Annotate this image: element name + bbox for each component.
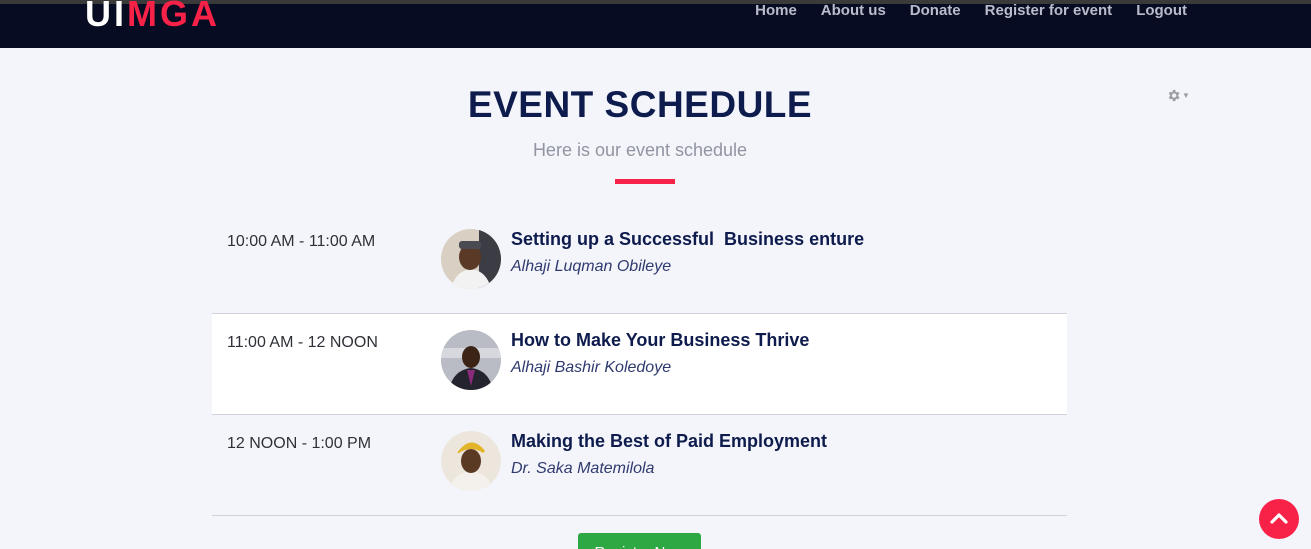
session-title[interactable]: How to Make Your Business Thrive bbox=[511, 330, 809, 351]
schedule-row: 12 NOON - 1:00 PM Making the Best of Pai… bbox=[212, 415, 1067, 516]
nav-logout[interactable]: Logout bbox=[1136, 3, 1187, 18]
session-speaker: Alhaji Bashir Koledoye bbox=[511, 359, 672, 376]
nav-about-us[interactable]: About us bbox=[821, 3, 886, 18]
session-time: 10:00 AM - 11:00 AM bbox=[227, 233, 376, 250]
nav-register-for-event[interactable]: Register for event bbox=[985, 3, 1113, 18]
chevron-up-icon bbox=[1270, 513, 1288, 524]
page-subtitle: Here is our event schedule bbox=[532, 140, 748, 160]
schedule-row: 11:00 AM - 12 NOON How to Make Your Busi… bbox=[212, 314, 1067, 415]
top-navbar: UIMGA Home About us Donate Register for … bbox=[0, 0, 1311, 48]
logo-text-ui: UI bbox=[85, 0, 127, 34]
back-to-top-button[interactable] bbox=[1259, 499, 1299, 539]
logo-text-mga: MGA bbox=[127, 0, 220, 34]
speaker-avatar bbox=[441, 431, 501, 491]
schedule-row: 10:00 AM - 11:00 AM Setting up a Success… bbox=[212, 213, 1067, 314]
session-title[interactable]: Making the Best of Paid Employment bbox=[511, 431, 827, 452]
session-speaker: Alhaji Luqman Obileye bbox=[511, 258, 672, 275]
session-time: 11:00 AM - 12 NOON bbox=[227, 334, 378, 351]
register-now-button[interactable]: Register Now bbox=[578, 533, 701, 549]
session-title[interactable]: Setting up a Successful Business enture bbox=[511, 229, 864, 250]
site-logo[interactable]: UIMGA bbox=[85, 0, 220, 34]
nav-home[interactable]: Home bbox=[755, 3, 797, 18]
speaker-avatar bbox=[441, 330, 501, 390]
speaker-avatar bbox=[441, 229, 501, 289]
main-nav: Home About us Donate Register for event … bbox=[755, 3, 1187, 18]
session-speaker: Dr. Saka Matemilola bbox=[511, 460, 655, 477]
page-title: EVENT SCHEDULE bbox=[467, 84, 813, 125]
session-time: 12 NOON - 1:00 PM bbox=[227, 435, 372, 452]
title-divider bbox=[615, 179, 675, 184]
nav-donate[interactable]: Donate bbox=[910, 3, 961, 18]
schedule-list: 10:00 AM - 11:00 AM Setting up a Success… bbox=[212, 213, 1067, 516]
